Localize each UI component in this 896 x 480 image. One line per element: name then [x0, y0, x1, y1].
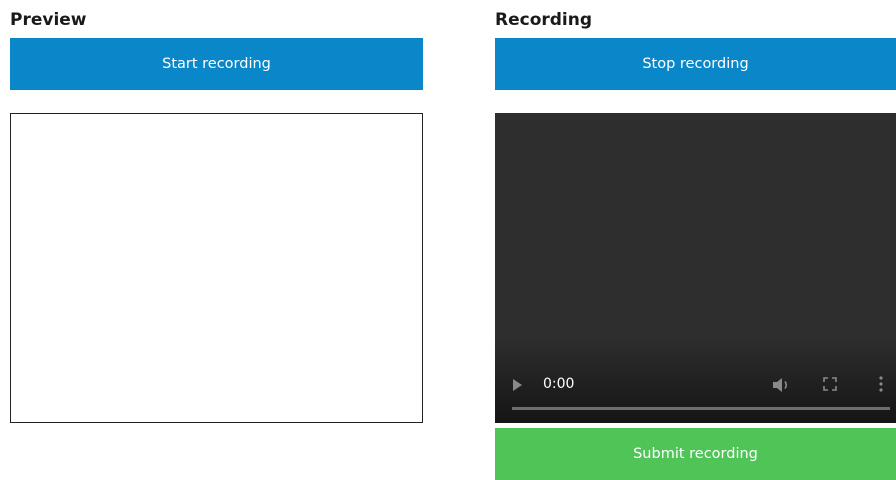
volume-icon[interactable]: [771, 376, 791, 394]
start-recording-button[interactable]: Start recording: [10, 38, 423, 90]
preview-video-area: [10, 113, 423, 423]
video-time-display: 0:00: [543, 376, 575, 392]
more-options-icon[interactable]: [878, 376, 884, 392]
preview-title: Preview: [10, 10, 87, 30]
video-progress-bar[interactable]: [512, 407, 890, 410]
submit-recording-button[interactable]: Submit recording: [495, 428, 896, 480]
recording-title: Recording: [495, 10, 593, 30]
play-icon[interactable]: [513, 379, 522, 391]
stop-recording-button[interactable]: Stop recording: [495, 38, 896, 90]
video-controls: 0:00: [495, 361, 896, 423]
recorded-video-player[interactable]: 0:00: [495, 113, 896, 423]
fullscreen-icon[interactable]: [823, 377, 837, 391]
